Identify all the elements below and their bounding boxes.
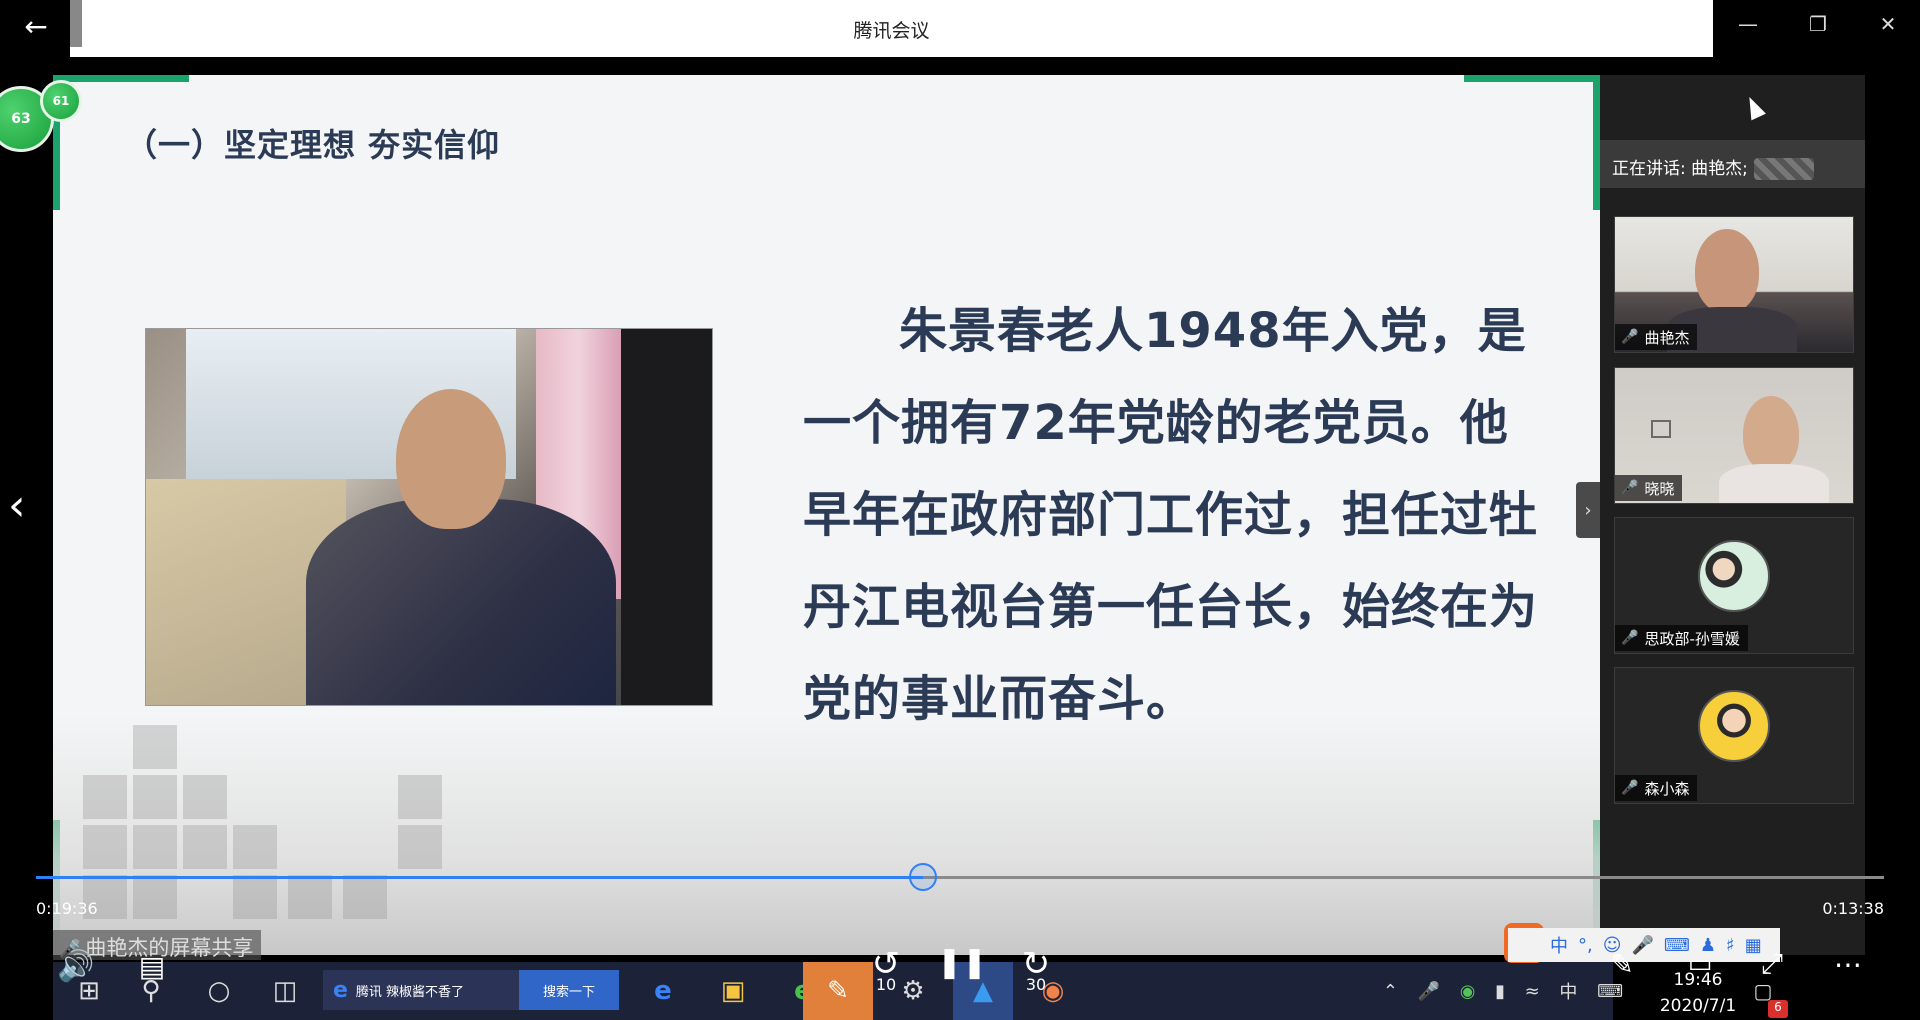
- pause-icon[interactable]: ❚❚: [937, 942, 987, 982]
- taskbar-search-button: 搜索一下: [519, 970, 619, 1010]
- participant-name: 森小森: [1644, 779, 1690, 798]
- rewind-seconds: 10: [875, 975, 897, 994]
- participant-name: 晓晓: [1644, 479, 1675, 498]
- taskbar-date: 2020/7/1: [1659, 996, 1737, 1016]
- rewind-icon[interactable]: ↺ 10: [862, 940, 910, 994]
- window-title: 腾讯会议: [853, 20, 930, 42]
- participant-name: 思政部-孙雪媛: [1644, 629, 1740, 648]
- chevron-up-icon: ⌃: [1382, 980, 1398, 1002]
- mic-muted-icon: 🎤: [1621, 780, 1639, 796]
- photo-shadow: [621, 329, 712, 705]
- restore-icon[interactable]: ❐: [1783, 0, 1853, 47]
- participant-tile[interactable]: 🎤 晓晓: [1614, 367, 1854, 504]
- close-icon[interactable]: ✕: [1853, 0, 1920, 47]
- speaking-label: 正在讲话: 曲艳杰;: [1612, 159, 1748, 179]
- mic-muted-icon: 🎤: [1621, 630, 1639, 646]
- window-controls: — ❐ ✕: [1713, 0, 1920, 47]
- elapsed-time: 0:19:36: [36, 899, 98, 918]
- ime-shirt-icon: ♯: [1726, 934, 1735, 956]
- avatar: [1698, 540, 1770, 612]
- minimize-icon[interactable]: —: [1713, 0, 1783, 47]
- blurred-icon: [1753, 158, 1814, 180]
- mic-on-icon: 🎤: [1621, 329, 1639, 345]
- arrow-left-icon[interactable]: ←: [18, 8, 54, 44]
- forward-icon[interactable]: ↻ 30: [1012, 940, 1060, 994]
- participant-tile[interactable]: 🎤 森小森: [1614, 667, 1854, 804]
- ime-chinese-icon: 中: [1550, 936, 1568, 957]
- taskbar-search-text: 腾讯 辣椒酱不香了: [355, 984, 465, 1000]
- progress-bar[interactable]: [36, 863, 1884, 891]
- speaking-indicator: 正在讲话: 曲艳杰;: [1600, 140, 1865, 188]
- participant-tile[interactable]: 🎤 思政部-孙雪媛: [1614, 517, 1854, 654]
- wifi-icon: ≈: [1524, 980, 1540, 1002]
- progress-fill: [36, 876, 924, 879]
- participant-sidebar: 正在讲话: 曲艳杰; 🎤 曲艳杰 🎤 晓晓 🎤 思政部-孙雪媛 🎤 森小森: [1600, 75, 1865, 955]
- slide-heading: （一）坚定理想 夯实信仰: [125, 126, 501, 164]
- chevron-right-icon[interactable]: ›: [1576, 482, 1600, 538]
- screen: 腾讯会议 — ❐ ✕ ← （一）坚定理想 夯实信仰 朱景春老人1948年入党，是…: [0, 0, 1920, 1020]
- forward-seconds: 30: [1025, 975, 1047, 994]
- ime-mode-label: 中: [1559, 982, 1578, 1003]
- folder-icon: ▣: [720, 976, 746, 1006]
- edge-icon: e: [654, 976, 672, 1006]
- task-view-icon: ◫: [272, 976, 298, 1006]
- photo-person-head: [396, 389, 506, 529]
- recorded-taskbar: ⊞ ⚲ ○ ◫ e 腾讯 辣椒酱不香了 搜索一下 e ▣ e ✎ ⚙ ▲ ◉ ⌃…: [53, 962, 1772, 1020]
- photo-person-body: [306, 499, 616, 705]
- participant-tile[interactable]: 🎤 曲艳杰: [1614, 216, 1854, 353]
- notification-badge: 6: [1768, 1000, 1788, 1018]
- cast-icon[interactable]: ▭: [1678, 944, 1722, 984]
- remaining-time: 0:13:38: [1822, 899, 1884, 918]
- volume-icon[interactable]: 🔊: [54, 944, 98, 988]
- slide-decor-blocks: [73, 725, 473, 955]
- participant-namebar: 🎤 晓晓: [1615, 475, 1683, 501]
- participant-name: 曲艳杰: [1644, 328, 1690, 347]
- mic-muted-icon: 🎤: [1621, 480, 1639, 496]
- progress-knob[interactable]: [909, 863, 938, 891]
- avatar: [1698, 690, 1770, 762]
- ime-punct-icon: °,: [1578, 934, 1593, 956]
- cortana-icon: ○: [207, 976, 231, 1006]
- ie-icon: e: [333, 977, 348, 1003]
- chevron-left-icon[interactable]: ‹: [8, 480, 26, 531]
- slide-corner: [53, 75, 189, 82]
- participant-namebar: 🎤 曲艳杰: [1615, 324, 1698, 350]
- battery-icon: ▮: [1495, 980, 1505, 1002]
- participant-namebar: 🎤 森小森: [1615, 775, 1698, 801]
- system-tray: ⌃ 🎤 ◉ ▮ ≈ 中 ⌨: [1373, 962, 1633, 1020]
- pencil-icon[interactable]: ✎: [1602, 944, 1642, 984]
- shield-icon: ◉: [1459, 980, 1476, 1002]
- subtitles-icon[interactable]: ▤: [130, 944, 174, 988]
- more-icon[interactable]: ⋯: [1826, 944, 1870, 984]
- slide-photo: [145, 328, 713, 706]
- ime-toolbar: 中 °, ☺ 🎤 ⌨ ♟ ♯ ▦: [1508, 928, 1780, 962]
- slide-body-text: 朱景春老人1948年入党，是一个拥有72年党龄的老党员。他早年在政府部门工作过，…: [803, 303, 1539, 727]
- mic-icon: 🎤: [1417, 980, 1441, 1002]
- slide-corner: [1464, 75, 1600, 82]
- badge-right: 61: [40, 80, 82, 122]
- slide-corner: [1593, 75, 1600, 210]
- fullscreen-icon[interactable]: ⤢: [1752, 944, 1792, 984]
- app-titlebar: 腾讯会议: [70, 0, 1713, 57]
- participant-namebar: 🎤 思政部-孙雪媛: [1615, 625, 1748, 651]
- shared-slide: （一）坚定理想 夯实信仰 朱景春老人1948年入党，是一个拥有72年党龄的老党员…: [53, 75, 1600, 955]
